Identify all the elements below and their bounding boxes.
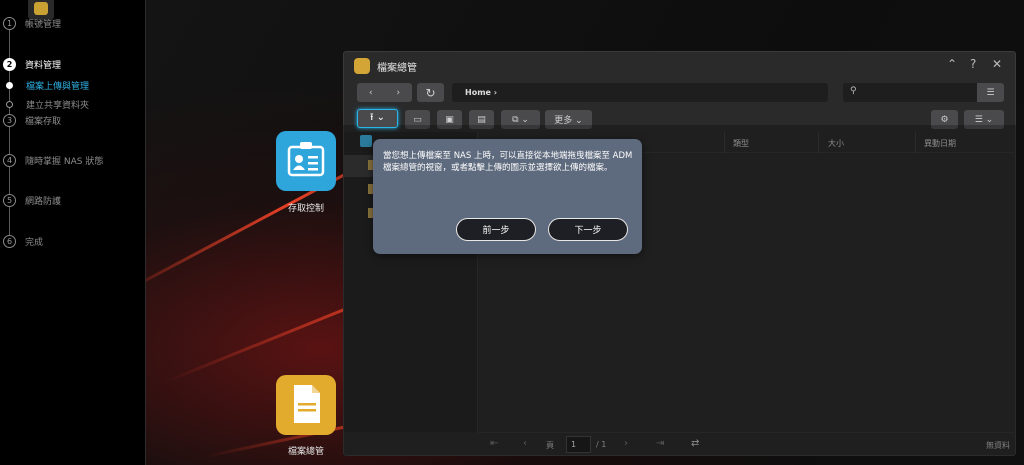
access-control-app-label: 存取控制 bbox=[287, 204, 324, 214]
step-label: 完成 bbox=[25, 238, 44, 248]
step-number: 5 bbox=[3, 194, 16, 207]
list-options-icon: ☰ bbox=[986, 87, 995, 98]
step-nas-status[interactable]: 4 隨時掌握 NAS 狀態 bbox=[3, 154, 103, 167]
access-control-app-icon[interactable] bbox=[276, 131, 336, 191]
substep-upload-manage[interactable]: 檔案上傳與管理 bbox=[6, 79, 89, 92]
file-explorer-app-icon[interactable] bbox=[276, 375, 336, 435]
step-label: 網路防護 bbox=[25, 197, 62, 207]
forward-arrow-icon[interactable]: › bbox=[396, 88, 400, 98]
document-icon bbox=[294, 385, 320, 423]
file-explorer-logo-icon bbox=[354, 58, 370, 74]
folder-icon: ▣ bbox=[445, 114, 454, 125]
step-file-access[interactable]: 3 檔案存取 bbox=[3, 114, 61, 127]
step-number: 1 bbox=[3, 17, 16, 30]
search-options-button[interactable]: ☰ bbox=[977, 83, 1004, 102]
step-number: 2 bbox=[3, 58, 16, 71]
step-number: 6 bbox=[3, 235, 16, 248]
setup-guide-sidebar: 1 帳號管理 2 資料管理 檔案上傳與管理 建立共享資料夾 3 檔案存取 4 隨… bbox=[0, 0, 146, 465]
step-data-management[interactable]: 2 資料管理 bbox=[3, 58, 61, 71]
minimize-icon[interactable]: ⌃ bbox=[947, 57, 957, 71]
next-step-button[interactable]: 下一步 bbox=[548, 218, 628, 241]
search-icon: ⚲ bbox=[850, 86, 857, 96]
step-number: 4 bbox=[3, 154, 16, 167]
list-view-icon: ☰ ⌄ bbox=[974, 114, 994, 125]
step-account-management[interactable]: 1 帳號管理 bbox=[3, 17, 61, 30]
id-badge-icon bbox=[287, 142, 325, 177]
folder-add-icon: ▭ bbox=[413, 114, 422, 125]
step-label: 檔案存取 bbox=[25, 117, 62, 127]
substep-dot bbox=[6, 82, 13, 89]
file-explorer-app-label: 檔案總管 bbox=[287, 447, 324, 457]
gear-icon: ⚙ bbox=[940, 114, 949, 125]
substep-label: 建立共享資料夾 bbox=[26, 101, 90, 111]
step-label: 隨時掌握 NAS 狀態 bbox=[25, 157, 104, 167]
copy-icon: ⧉ ⌄ bbox=[512, 114, 529, 125]
nav-buttons: ‹ › bbox=[357, 83, 412, 102]
substep-create-shared-folder[interactable]: 建立共享資料夾 bbox=[6, 98, 89, 111]
refresh-icon: ↻ bbox=[425, 85, 436, 100]
step-network-protection[interactable]: 5 網路防護 bbox=[3, 194, 61, 207]
back-arrow-icon[interactable]: ‹ bbox=[369, 88, 373, 98]
tutorial-tooltip: 當您想上傳檔案至 NAS 上時，可以直接從本地端拖曳檔案至 ADM 檔案總管的視… bbox=[373, 139, 642, 254]
previous-step-button[interactable]: 前一步 bbox=[456, 218, 536, 241]
step-complete[interactable]: 6 完成 bbox=[3, 235, 43, 248]
tooltip-message: 當您想上傳檔案至 NAS 上時，可以直接從本地端拖曳檔案至 ADM 檔案總管的視… bbox=[383, 151, 633, 173]
close-icon[interactable]: ✕ bbox=[992, 57, 1002, 71]
refresh-button[interactable]: ↻ bbox=[417, 83, 444, 102]
trash-icon: ▤ bbox=[477, 114, 486, 125]
substep-dot bbox=[6, 101, 13, 108]
window-title: 檔案總管 bbox=[377, 63, 417, 74]
path-breadcrumb[interactable]: Home › bbox=[452, 83, 828, 102]
step-label: 資料管理 bbox=[25, 61, 62, 71]
upload-icon: ⭱ ⌄ bbox=[369, 112, 386, 123]
substep-label: 檔案上傳與管理 bbox=[26, 82, 90, 92]
search-input[interactable]: ⚲ bbox=[843, 83, 978, 102]
upload-button[interactable]: ⭱ ⌄ bbox=[357, 109, 398, 128]
step-number: 3 bbox=[3, 114, 16, 127]
step-label: 帳號管理 bbox=[25, 20, 62, 30]
help-icon[interactable]: ? bbox=[970, 57, 976, 71]
